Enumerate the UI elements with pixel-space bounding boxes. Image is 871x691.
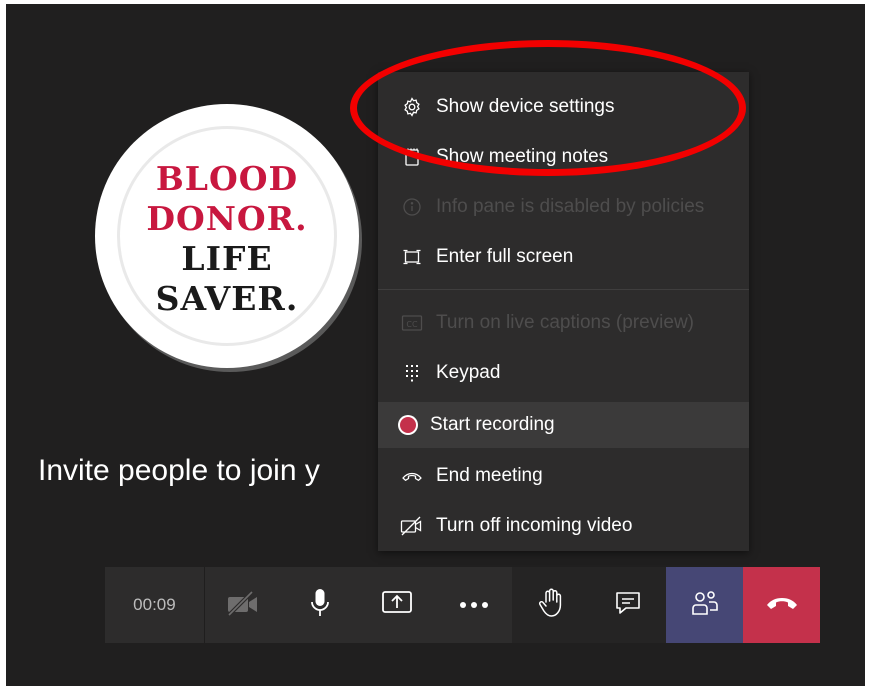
raise-hand-button[interactable] <box>512 567 590 643</box>
svg-text:CC: CC <box>406 320 418 329</box>
menu-item-label: Turn off incoming video <box>436 515 633 536</box>
menu-item-keypad[interactable]: Keypad <box>378 350 749 396</box>
avatar-line-1: BLOOD <box>155 159 299 198</box>
fullscreen-icon <box>400 245 424 269</box>
menu-item-info-pane-disabled: Info pane is disabled by policies <box>378 184 749 230</box>
menu-divider <box>378 289 749 290</box>
red-highlight-ellipse <box>350 40 746 176</box>
info-icon <box>400 195 424 219</box>
avatar-line-2: DONOR. <box>146 199 308 238</box>
chat-button[interactable] <box>589 567 667 643</box>
invite-people-text: Invite people to join y <box>38 454 320 487</box>
raise-hand-icon <box>538 587 564 623</box>
menu-item-label: Start recording <box>430 414 555 435</box>
avatar-logo-text: BLOOD DONOR. LIFE SAVER. <box>95 159 359 319</box>
avatar-line-3: LIFE <box>181 239 273 278</box>
camera-off-icon <box>226 590 260 621</box>
menu-item-end-meeting[interactable]: End meeting <box>378 453 749 499</box>
microphone-button[interactable] <box>282 567 359 643</box>
hang-up-icon <box>766 595 798 616</box>
menu-item-label: Turn on live captions (preview) <box>436 312 695 333</box>
participant-avatar: BLOOD DONOR. LIFE SAVER. <box>95 104 359 368</box>
menu-item-label: Enter full screen <box>436 246 574 267</box>
menu-item-label: Keypad <box>436 362 501 383</box>
menu-item-turn-off-incoming-video[interactable]: Turn off incoming video <box>378 503 749 549</box>
keypad-icon <box>400 361 424 385</box>
record-icon <box>396 413 420 437</box>
share-screen-button[interactable] <box>359 567 436 643</box>
avatar-line-4: SAVER. <box>155 279 299 318</box>
menu-item-start-recording[interactable]: Start recording <box>378 402 749 448</box>
captions-icon: CC <box>400 311 424 335</box>
share-screen-icon <box>381 589 413 622</box>
meeting-stage: BLOOD DONOR. LIFE SAVER. Invite people t… <box>6 4 865 686</box>
call-timer: 00:09 <box>105 567 205 643</box>
more-options-icon <box>459 596 489 614</box>
menu-item-label: End meeting <box>436 465 543 486</box>
chat-icon <box>614 589 642 622</box>
menu-item-enter-full-screen[interactable]: Enter full screen <box>378 234 749 280</box>
menu-item-label: Info pane is disabled by policies <box>436 196 705 217</box>
microphone-icon <box>309 588 331 623</box>
participants-button[interactable] <box>666 567 744 643</box>
meeting-controls-toolbar: 00:09 <box>105 567 820 643</box>
video-off-icon <box>400 514 424 538</box>
hang-up-button[interactable] <box>743 567 820 643</box>
more-options-button[interactable] <box>436 567 513 643</box>
camera-button[interactable] <box>205 567 282 643</box>
participants-icon <box>690 588 720 623</box>
end-meeting-icon <box>400 464 424 488</box>
menu-item-live-captions-disabled: CC Turn on live captions (preview) <box>378 300 749 346</box>
